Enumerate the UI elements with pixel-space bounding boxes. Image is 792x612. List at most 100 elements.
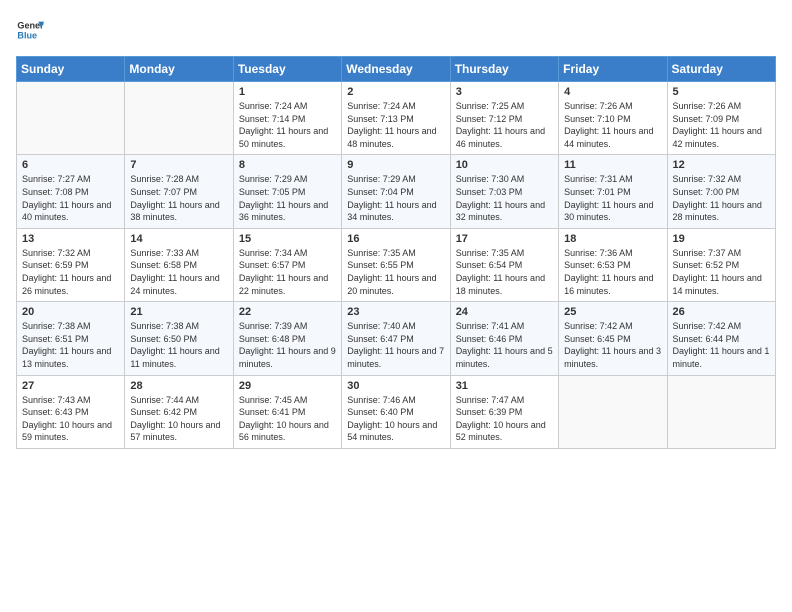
day-number: 19 [673, 233, 770, 245]
day-number: 8 [239, 159, 336, 171]
page-header: General Blue [16, 16, 776, 44]
calendar-cell: 29 Sunrise: 7:45 AM Sunset: 6:41 PM Dayli… [233, 375, 341, 448]
calendar-cell: 8 Sunrise: 7:29 AM Sunset: 7:05 PM Daylig… [233, 155, 341, 228]
day-number: 1 [239, 86, 336, 98]
weekday-header-tuesday: Tuesday [233, 57, 341, 82]
day-info: Sunrise: 7:27 AM Sunset: 7:08 PM Dayligh… [22, 173, 119, 223]
day-number: 12 [673, 159, 770, 171]
calendar-week-row: 6 Sunrise: 7:27 AM Sunset: 7:08 PM Daylig… [17, 155, 776, 228]
calendar-cell: 26 Sunrise: 7:42 AM Sunset: 6:44 PM Dayli… [667, 302, 775, 375]
day-info: Sunrise: 7:29 AM Sunset: 7:05 PM Dayligh… [239, 173, 336, 223]
day-number: 29 [239, 380, 336, 392]
calendar-cell: 19 Sunrise: 7:37 AM Sunset: 6:52 PM Dayli… [667, 228, 775, 301]
day-info: Sunrise: 7:42 AM Sunset: 6:45 PM Dayligh… [564, 320, 661, 370]
day-info: Sunrise: 7:32 AM Sunset: 7:00 PM Dayligh… [673, 173, 770, 223]
day-number: 10 [456, 159, 553, 171]
calendar-cell: 28 Sunrise: 7:44 AM Sunset: 6:42 PM Dayli… [125, 375, 233, 448]
calendar-cell: 31 Sunrise: 7:47 AM Sunset: 6:39 PM Dayli… [450, 375, 558, 448]
calendar-cell: 15 Sunrise: 7:34 AM Sunset: 6:57 PM Dayli… [233, 228, 341, 301]
svg-text:Blue: Blue [17, 30, 37, 40]
day-info: Sunrise: 7:47 AM Sunset: 6:39 PM Dayligh… [456, 394, 553, 444]
day-info: Sunrise: 7:46 AM Sunset: 6:40 PM Dayligh… [347, 394, 444, 444]
day-info: Sunrise: 7:33 AM Sunset: 6:58 PM Dayligh… [130, 247, 227, 297]
day-number: 4 [564, 86, 661, 98]
day-number: 31 [456, 380, 553, 392]
weekday-header-saturday: Saturday [667, 57, 775, 82]
calendar-cell: 2 Sunrise: 7:24 AM Sunset: 7:13 PM Daylig… [342, 82, 450, 155]
calendar-cell: 21Sunrise: 7:38 AM Sunset: 6:50 PM Dayli… [125, 302, 233, 375]
day-info: Sunrise: 7:39 AM Sunset: 6:48 PM Dayligh… [239, 320, 336, 370]
logo-icon: General Blue [16, 16, 44, 44]
day-info: Sunrise: 7:45 AM Sunset: 6:41 PM Dayligh… [239, 394, 336, 444]
calendar-cell [125, 82, 233, 155]
day-info: Sunrise: 7:26 AM Sunset: 7:09 PM Dayligh… [673, 100, 770, 150]
calendar-cell: 13 Sunrise: 7:32 AM Sunset: 6:59 PM Dayli… [17, 228, 125, 301]
calendar-cell: 23 Sunrise: 7:40 AM Sunset: 6:47 PM Dayli… [342, 302, 450, 375]
calendar-cell [17, 82, 125, 155]
day-number: 20 [22, 306, 119, 318]
day-info: Sunrise: 7:28 AM Sunset: 7:07 PM Dayligh… [130, 173, 227, 223]
calendar-cell: 1Sunrise: 7:24 AM Sunset: 7:14 PM Daylig… [233, 82, 341, 155]
calendar-cell: 4 Sunrise: 7:26 AM Sunset: 7:10 PM Daylig… [559, 82, 667, 155]
day-number: 18 [564, 233, 661, 245]
calendar-cell: 17 Sunrise: 7:35 AM Sunset: 6:54 PM Dayli… [450, 228, 558, 301]
calendar-week-row: 20 Sunrise: 7:38 AM Sunset: 6:51 PM Dayli… [17, 302, 776, 375]
calendar-cell: 9 Sunrise: 7:29 AM Sunset: 7:04 PM Daylig… [342, 155, 450, 228]
day-number: 28 [130, 380, 227, 392]
day-info: Sunrise: 7:43 AM Sunset: 6:43 PM Dayligh… [22, 394, 119, 444]
day-number: 15 [239, 233, 336, 245]
weekday-header-row: SundayMondayTuesdayWednesdayThursdayFrid… [17, 57, 776, 82]
calendar-week-row: 27 Sunrise: 7:43 AM Sunset: 6:43 PM Dayli… [17, 375, 776, 448]
day-info: Sunrise: 7:38 AM Sunset: 6:51 PM Dayligh… [22, 320, 119, 370]
day-number: 23 [347, 306, 444, 318]
day-info: Sunrise: 7:26 AM Sunset: 7:10 PM Dayligh… [564, 100, 661, 150]
day-number: 6 [22, 159, 119, 171]
day-info: Sunrise: 7:40 AM Sunset: 6:47 PM Dayligh… [347, 320, 444, 370]
day-info: Sunrise: 7:30 AM Sunset: 7:03 PM Dayligh… [456, 173, 553, 223]
day-number: 17 [456, 233, 553, 245]
day-info: Sunrise: 7:24 AM Sunset: 7:13 PM Dayligh… [347, 100, 444, 150]
day-number: 11 [564, 159, 661, 171]
calendar-table: SundayMondayTuesdayWednesdayThursdayFrid… [16, 56, 776, 449]
calendar-cell: 18 Sunrise: 7:36 AM Sunset: 6:53 PM Dayli… [559, 228, 667, 301]
day-number: 14 [130, 233, 227, 245]
day-number: 22 [239, 306, 336, 318]
calendar-cell: 24Sunrise: 7:41 AM Sunset: 6:46 PM Dayli… [450, 302, 558, 375]
calendar-cell: 7 Sunrise: 7:28 AM Sunset: 7:07 PM Daylig… [125, 155, 233, 228]
day-info: Sunrise: 7:35 AM Sunset: 6:55 PM Dayligh… [347, 247, 444, 297]
day-info: Sunrise: 7:34 AM Sunset: 6:57 PM Dayligh… [239, 247, 336, 297]
logo: General Blue [16, 16, 44, 44]
calendar-cell: 6 Sunrise: 7:27 AM Sunset: 7:08 PM Daylig… [17, 155, 125, 228]
calendar-cell: 30 Sunrise: 7:46 AM Sunset: 6:40 PM Dayli… [342, 375, 450, 448]
day-info: Sunrise: 7:35 AM Sunset: 6:54 PM Dayligh… [456, 247, 553, 297]
day-info: Sunrise: 7:38 AM Sunset: 6:50 PM Dayligh… [130, 320, 227, 370]
day-number: 27 [22, 380, 119, 392]
day-number: 16 [347, 233, 444, 245]
calendar-cell: 10 Sunrise: 7:30 AM Sunset: 7:03 PM Dayli… [450, 155, 558, 228]
weekday-header-sunday: Sunday [17, 57, 125, 82]
day-info: Sunrise: 7:32 AM Sunset: 6:59 PM Dayligh… [22, 247, 119, 297]
day-info: Sunrise: 7:42 AM Sunset: 6:44 PM Dayligh… [673, 320, 770, 370]
calendar-cell: 25Sunrise: 7:42 AM Sunset: 6:45 PM Dayli… [559, 302, 667, 375]
calendar-cell: 16 Sunrise: 7:35 AM Sunset: 6:55 PM Dayli… [342, 228, 450, 301]
calendar-cell [559, 375, 667, 448]
day-info: Sunrise: 7:25 AM Sunset: 7:12 PM Dayligh… [456, 100, 553, 150]
day-number: 2 [347, 86, 444, 98]
calendar-cell: 27 Sunrise: 7:43 AM Sunset: 6:43 PM Dayli… [17, 375, 125, 448]
calendar-cell: 3 Sunrise: 7:25 AM Sunset: 7:12 PM Daylig… [450, 82, 558, 155]
day-info: Sunrise: 7:29 AM Sunset: 7:04 PM Dayligh… [347, 173, 444, 223]
day-number: 9 [347, 159, 444, 171]
day-info: Sunrise: 7:31 AM Sunset: 7:01 PM Dayligh… [564, 173, 661, 223]
calendar-cell: 20 Sunrise: 7:38 AM Sunset: 6:51 PM Dayli… [17, 302, 125, 375]
day-info: Sunrise: 7:44 AM Sunset: 6:42 PM Dayligh… [130, 394, 227, 444]
calendar-cell: 11 Sunrise: 7:31 AM Sunset: 7:01 PM Dayli… [559, 155, 667, 228]
day-number: 26 [673, 306, 770, 318]
day-number: 13 [22, 233, 119, 245]
day-number: 30 [347, 380, 444, 392]
weekday-header-friday: Friday [559, 57, 667, 82]
weekday-header-monday: Monday [125, 57, 233, 82]
day-info: Sunrise: 7:37 AM Sunset: 6:52 PM Dayligh… [673, 247, 770, 297]
day-number: 7 [130, 159, 227, 171]
day-number: 3 [456, 86, 553, 98]
day-info: Sunrise: 7:36 AM Sunset: 6:53 PM Dayligh… [564, 247, 661, 297]
